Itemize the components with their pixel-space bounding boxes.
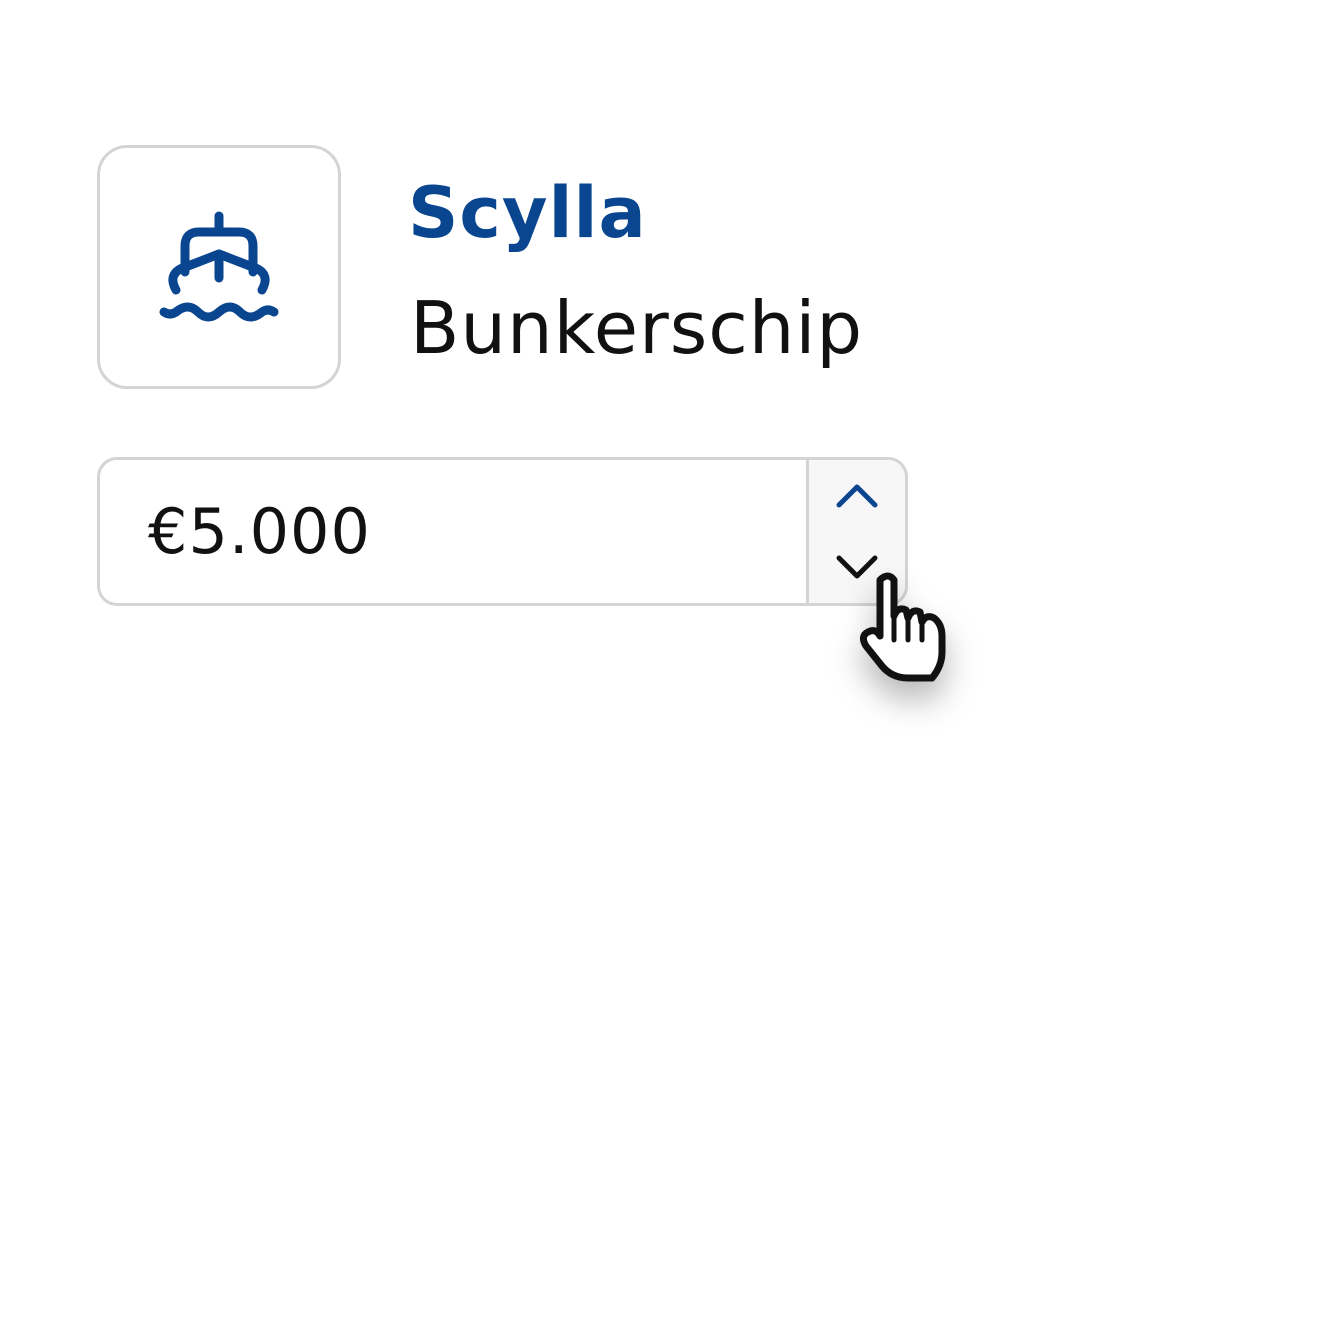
ship-icon	[159, 211, 279, 322]
vessel-type: Bunkerschip	[410, 286, 864, 370]
hand-pointer-icon	[859, 572, 946, 682]
increment-button[interactable]	[809, 460, 905, 532]
page: Scylla Bunkerschip €5.000	[0, 0, 1344, 1344]
vessel-name: Scylla	[408, 172, 647, 254]
chevron-up-icon	[836, 484, 878, 508]
vessel-icon-tile	[97, 145, 341, 389]
amount-stepper: €5.000	[97, 457, 908, 606]
amount-input[interactable]: €5.000	[100, 460, 806, 603]
